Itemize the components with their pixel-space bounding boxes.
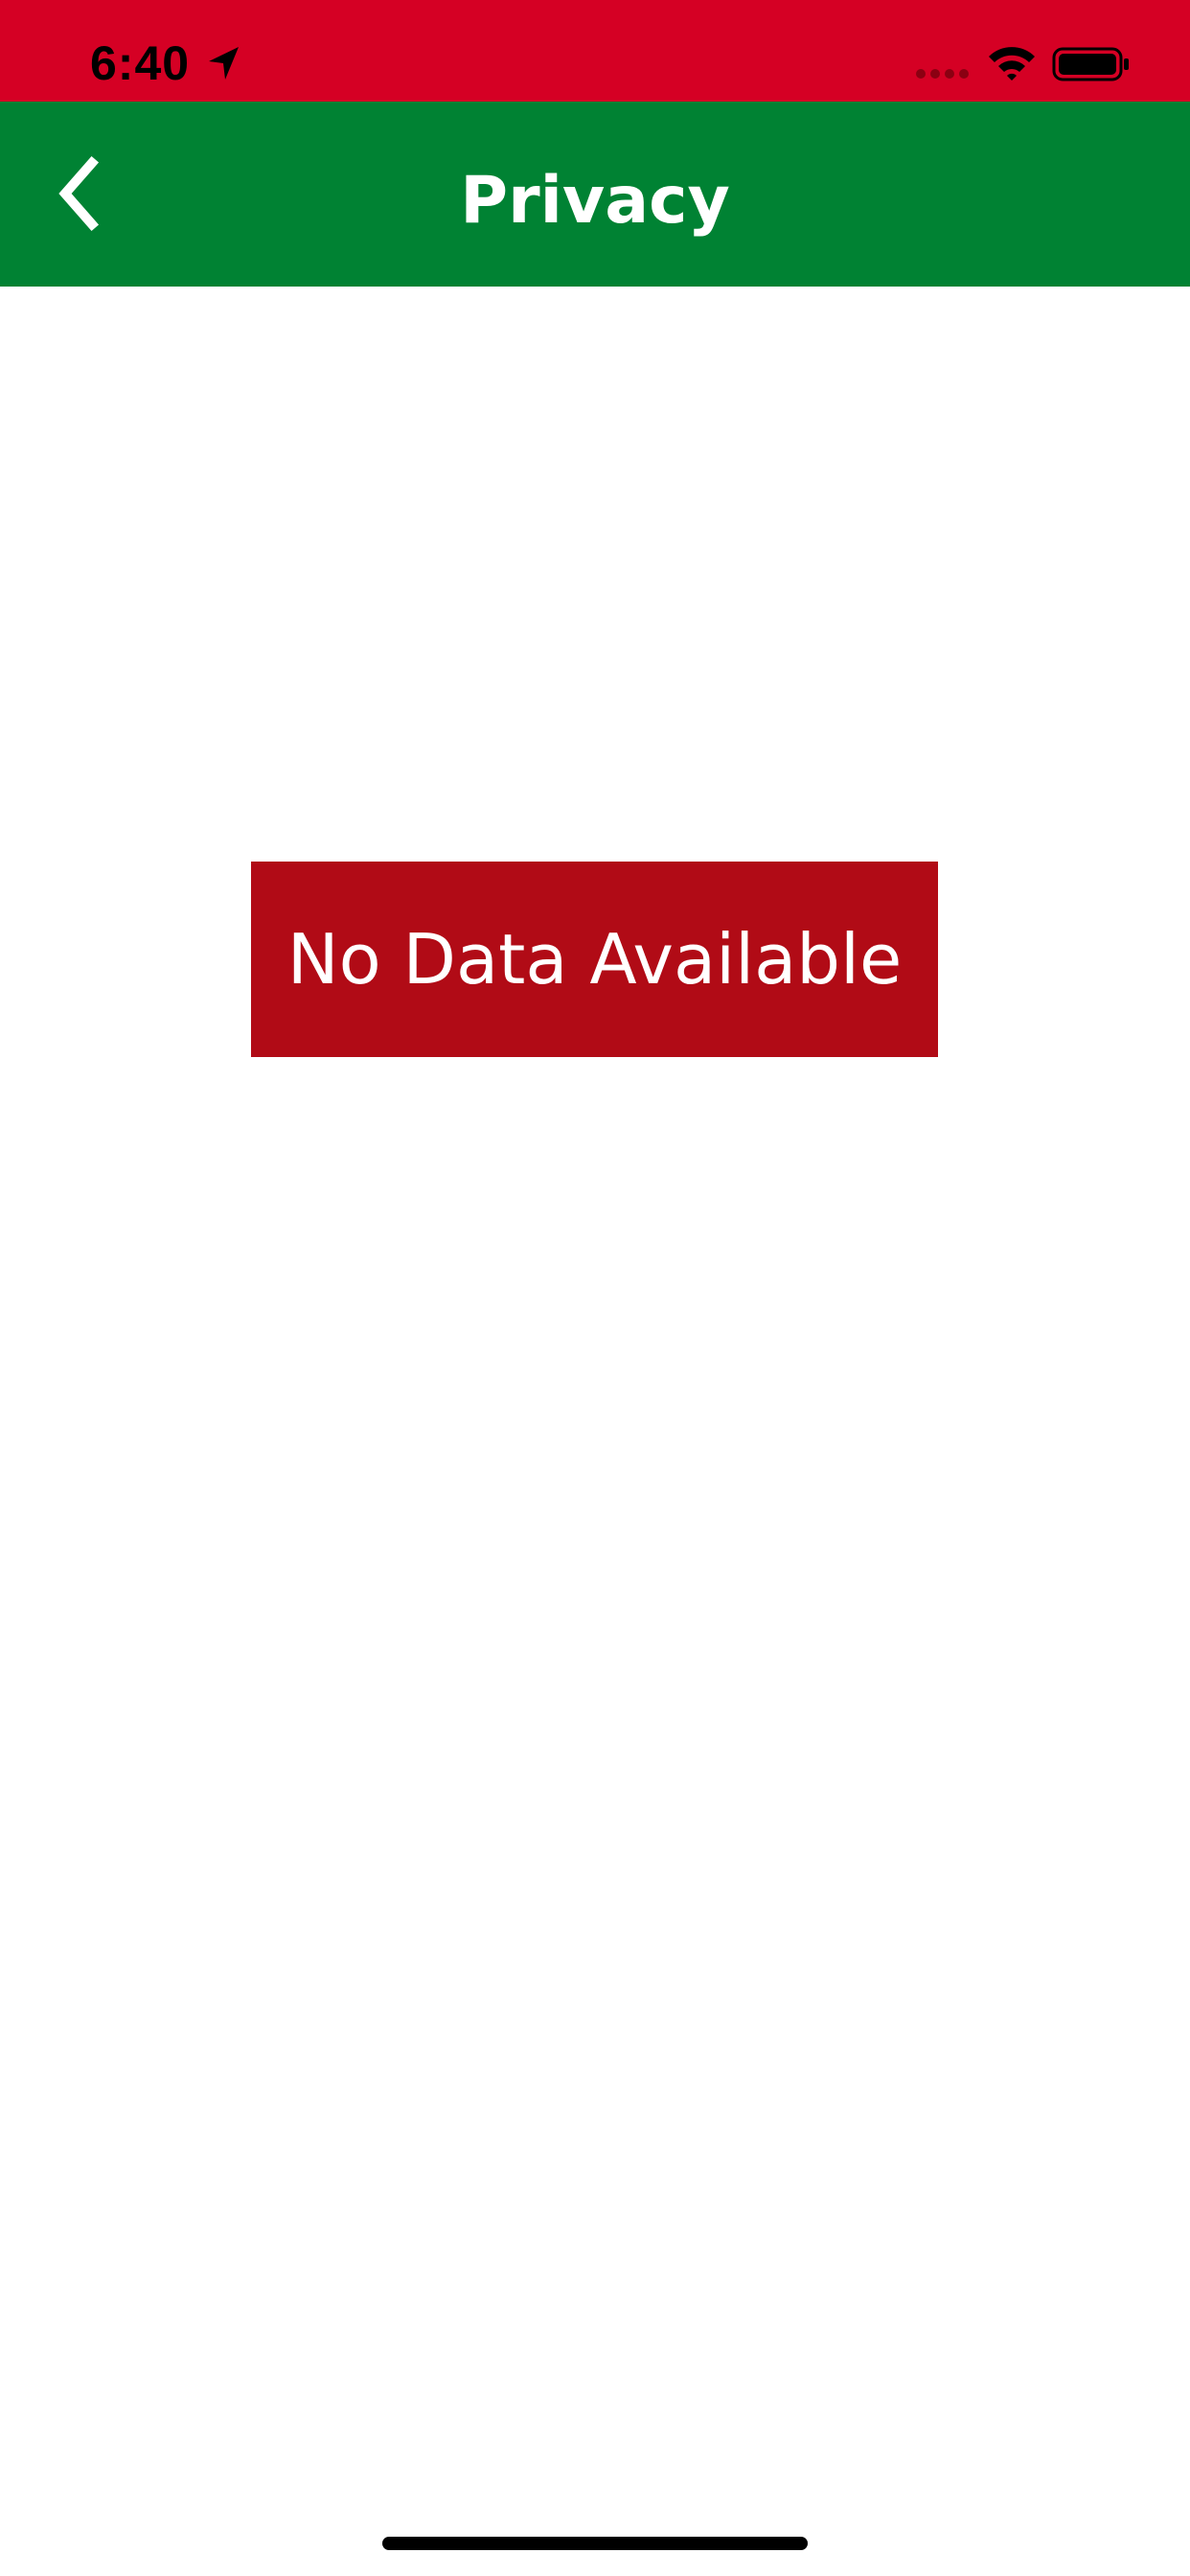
wifi-icon xyxy=(989,47,1035,80)
empty-state-banner: No Data Available xyxy=(251,862,938,1057)
home-indicator[interactable] xyxy=(382,2537,808,2550)
page-title: Privacy xyxy=(460,163,730,239)
empty-state-message: No Data Available xyxy=(286,919,903,1000)
screen: 6:40 Privacy No Data Available xyxy=(0,0,1190,2576)
battery-icon xyxy=(1052,47,1129,81)
signal-icon xyxy=(916,69,969,79)
status-bar: 6:40 xyxy=(0,0,1190,102)
location-arrow-icon xyxy=(209,47,239,80)
status-time: 6:40 xyxy=(90,36,191,90)
